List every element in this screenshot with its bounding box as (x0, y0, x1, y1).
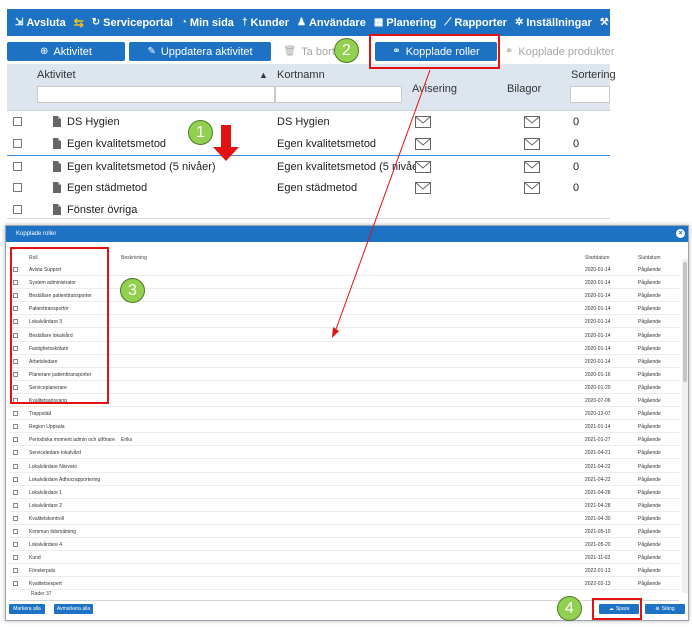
step-badge-2: 2 (334, 38, 359, 63)
red-arrow-head (213, 147, 239, 161)
annotation-line (334, 69, 431, 333)
annotation-overlay (213, 69, 431, 338)
step-badge-1: 1 (188, 120, 213, 145)
step-badge-3: 3 (120, 278, 145, 303)
annotation-arrowhead (332, 327, 339, 338)
step-badge-4: 4 (557, 596, 582, 621)
red-arrow-shaft (221, 125, 231, 147)
screenshot-stage: ⇲ Avsluta ⇆ ↻ Serviceportal ◔ Min sida †… (0, 0, 692, 627)
